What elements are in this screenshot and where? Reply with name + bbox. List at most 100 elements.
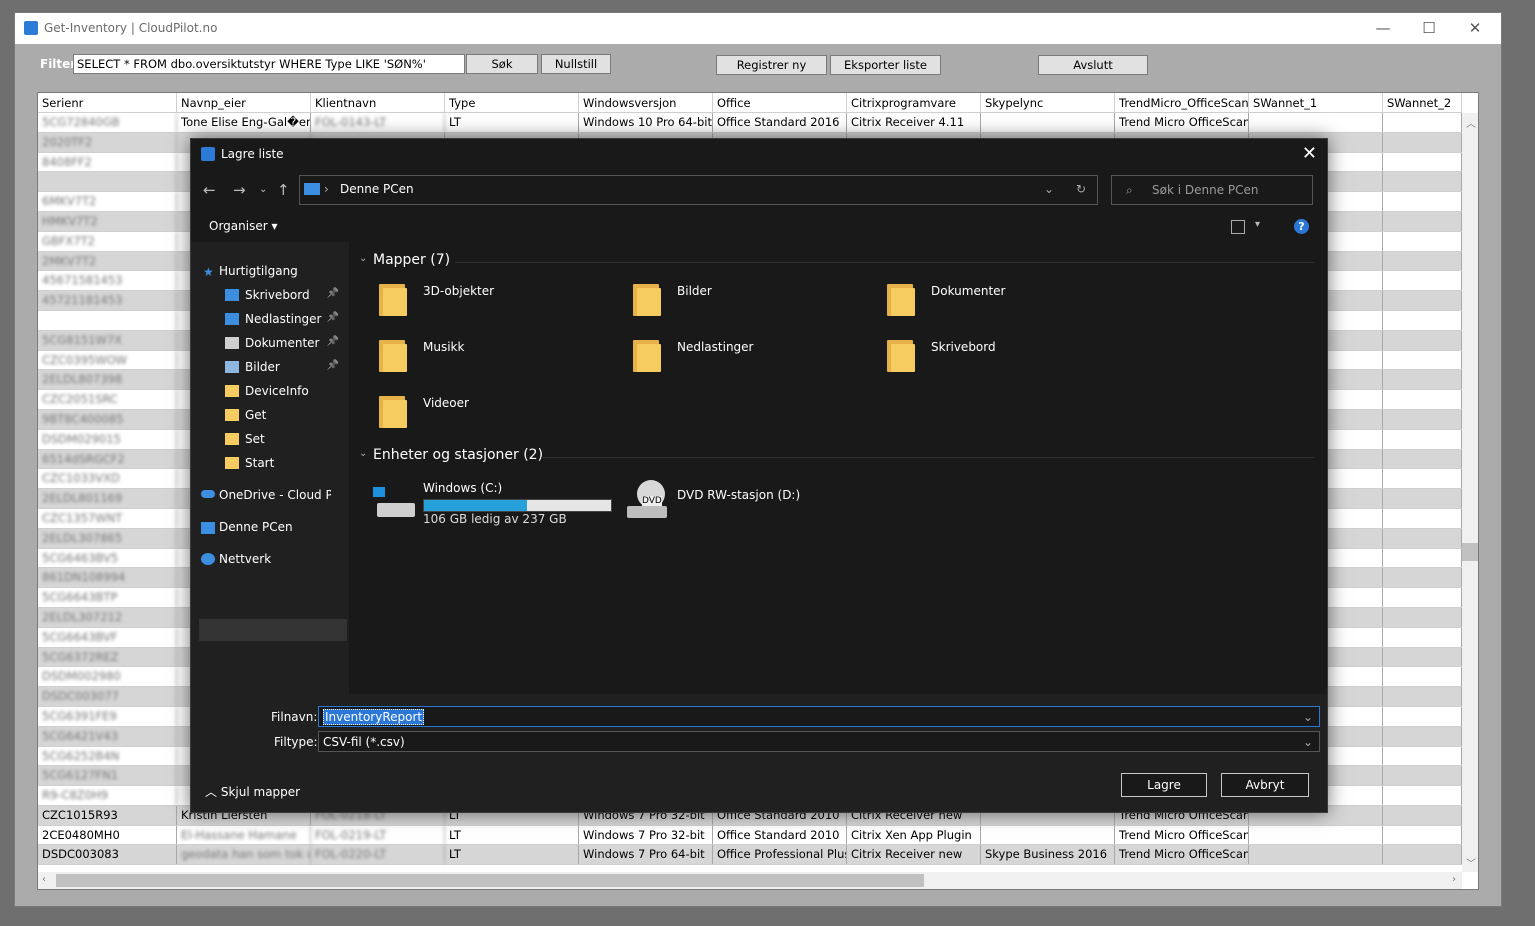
column-header[interactable]: TrendMicro_OfficeScan [1115, 93, 1249, 113]
table-cell[interactable]: 2ELDL307212 [38, 607, 177, 627]
table-cell[interactable]: Citrix Xen App Plugin [847, 825, 981, 845]
filetype-dropdown-icon[interactable]: ⌄ [1303, 732, 1313, 752]
nav-network[interactable]: Nettverk [201, 552, 271, 566]
search-box[interactable]: ⌕ Søk i Denne PCen [1111, 175, 1313, 205]
table-cell[interactable]: DSDM029015 [38, 429, 177, 449]
column-header[interactable]: Navnp_eier [177, 93, 311, 113]
table-cell[interactable] [1249, 113, 1383, 132]
nav-item[interactable]: Start [225, 456, 345, 470]
column-header[interactable]: Skypelync [981, 93, 1115, 113]
table-cell[interactable]: FOL-0143-LT [311, 113, 445, 132]
table-cell[interactable] [1383, 588, 1462, 607]
table-cell[interactable] [1383, 825, 1462, 845]
table-cell[interactable]: 2CE0480MH0 [38, 825, 177, 845]
column-header[interactable]: SWannet_1 [1249, 93, 1383, 113]
register-new-button[interactable]: Registrer ny [716, 55, 827, 75]
table-cell[interactable] [1383, 647, 1462, 667]
horizontal-scrollbar[interactable]: ‹ › [38, 872, 1462, 889]
table-cell[interactable]: 5CG6127FN1 [38, 766, 177, 786]
table-cell[interactable]: 5CG6421V43 [38, 726, 177, 746]
filename-dropdown-icon[interactable]: ⌄ [1303, 707, 1313, 727]
table-cell[interactable]: Trend Micro OfficeScan ( [1115, 825, 1249, 845]
address-bar[interactable]: › Denne PCen ⌄ ↻ [299, 175, 1098, 205]
table-cell[interactable] [1383, 132, 1462, 152]
cancel-button[interactable]: Avbryt [1221, 773, 1309, 797]
view-dropdown-icon[interactable]: ▾ [1255, 219, 1260, 230]
table-cell[interactable] [1383, 845, 1462, 865]
collapse-drives-icon[interactable]: ⌄ [359, 448, 367, 459]
table-cell[interactable] [1383, 310, 1462, 330]
column-header[interactable]: Serienr [38, 93, 177, 113]
column-header[interactable]: Klientnavn [311, 93, 445, 113]
back-arrow-icon[interactable]: ← [203, 181, 216, 199]
table-cell[interactable]: CZC0395WOW [38, 350, 177, 370]
table-cell[interactable] [1383, 805, 1462, 825]
table-cell[interactable]: Trend Micro OfficeScan ( [1115, 113, 1249, 132]
table-cell[interactable] [1383, 667, 1462, 687]
table-cell[interactable] [1383, 508, 1462, 528]
collapse-folders-icon[interactable]: ⌄ [359, 253, 367, 264]
table-cell[interactable]: HMKV7T2 [38, 211, 177, 231]
table-cell[interactable]: 45671581453 [38, 271, 177, 291]
table-cell[interactable] [1383, 548, 1462, 568]
filter-input[interactable]: SELECT * FROM dbo.oversiktutstyr WHERE T… [73, 54, 465, 74]
table-cell[interactable]: 5CG6643BTP [38, 588, 177, 607]
reset-button[interactable]: Nullstill [541, 54, 611, 74]
pin-icon[interactable]: 📌 [327, 312, 339, 323]
table-cell[interactable]: 861DN108994 [38, 568, 177, 588]
table-cell[interactable] [1383, 152, 1462, 172]
column-header[interactable]: Windowsversjon [579, 93, 713, 113]
forward-arrow-icon[interactable]: → [233, 181, 246, 199]
table-cell[interactable] [1383, 746, 1462, 766]
table-row[interactable]: 5CG72840GB Tone Elise Eng-Gal�en FOL-0143-… [38, 113, 1462, 133]
table-cell[interactable] [1383, 113, 1462, 132]
filename-input[interactable]: InventoryReport ⌄ [318, 706, 1320, 727]
table-cell[interactable]: 2020TF2 [38, 132, 177, 152]
table-cell[interactable]: Windows 10 Pro 64-bit [579, 113, 713, 132]
nav-quick-access[interactable]: ★ Hurtigtilgang [203, 264, 298, 279]
table-cell[interactable]: El-Hassane Hamane [177, 825, 311, 845]
scroll-right-icon[interactable]: › [1452, 874, 1456, 885]
column-header[interactable]: SWannet_2 [1383, 93, 1462, 113]
exit-button[interactable]: Avslutt [1038, 55, 1148, 75]
table-cell[interactable]: R9-C8Z0H9 [38, 786, 177, 805]
table-cell[interactable]: FOL-0220-LT [311, 845, 445, 865]
table-cell[interactable] [1383, 390, 1462, 409]
table-cell[interactable]: Trend Micro OfficeScan ( [1115, 845, 1249, 865]
table-cell[interactable]: 5CG6463BV5 [38, 548, 177, 568]
scroll-up-icon[interactable]: ︿ [1466, 115, 1476, 130]
table-cell[interactable]: CZC1357WNT [38, 508, 177, 528]
table-cell[interactable]: 6514dSRGCF2 [38, 449, 177, 469]
table-cell[interactable] [1383, 330, 1462, 350]
table-cell[interactable]: 6MKV7T2 [38, 192, 177, 211]
column-header[interactable]: Office [713, 93, 847, 113]
table-cell[interactable]: 5CG6643BVF [38, 627, 177, 647]
vertical-scroll-thumb[interactable] [1462, 543, 1478, 561]
table-cell[interactable]: geodata han som tok ov [177, 845, 311, 865]
table-cell[interactable]: Windows 7 Pro 32-bit [579, 825, 713, 845]
table-row[interactable]: DSDC003083 geodata han som tok ov FOL-0220… [38, 845, 1462, 866]
table-cell[interactable] [1383, 607, 1462, 627]
address-location[interactable]: Denne PCen [340, 182, 414, 196]
table-cell[interactable] [1383, 370, 1462, 390]
nav-onedrive[interactable]: OneDrive - Cloud Pilot [201, 488, 331, 502]
column-header[interactable]: Citrixprogramvare [847, 93, 981, 113]
table-cell[interactable]: CZC2051SRC [38, 390, 177, 409]
table-cell[interactable]: LT [445, 113, 579, 132]
table-cell[interactable]: 2ELDL807398 [38, 370, 177, 390]
close-button[interactable]: ✕ [1452, 15, 1498, 43]
table-cell[interactable]: DSDC003083 [38, 845, 177, 865]
table-cell[interactable]: 8408FF2 [38, 152, 177, 172]
table-cell[interactable]: 9BT8C400085 [38, 409, 177, 429]
table-cell[interactable] [1383, 271, 1462, 291]
table-cell[interactable] [981, 825, 1115, 845]
table-cell[interactable] [1383, 231, 1462, 251]
nav-item[interactable]: Set [225, 432, 345, 446]
nav-item[interactable]: Dokumenter 📌 [225, 336, 345, 350]
nav-item[interactable]: Skrivebord 📌 [225, 288, 345, 302]
view-options-icon[interactable] [1231, 220, 1245, 234]
table-cell[interactable] [1383, 211, 1462, 231]
refresh-icon[interactable]: ↻ [1076, 182, 1086, 196]
table-cell[interactable]: 2MKV7T2 [38, 251, 177, 271]
nav-item[interactable]: Nedlastinger 📌 [225, 312, 345, 326]
